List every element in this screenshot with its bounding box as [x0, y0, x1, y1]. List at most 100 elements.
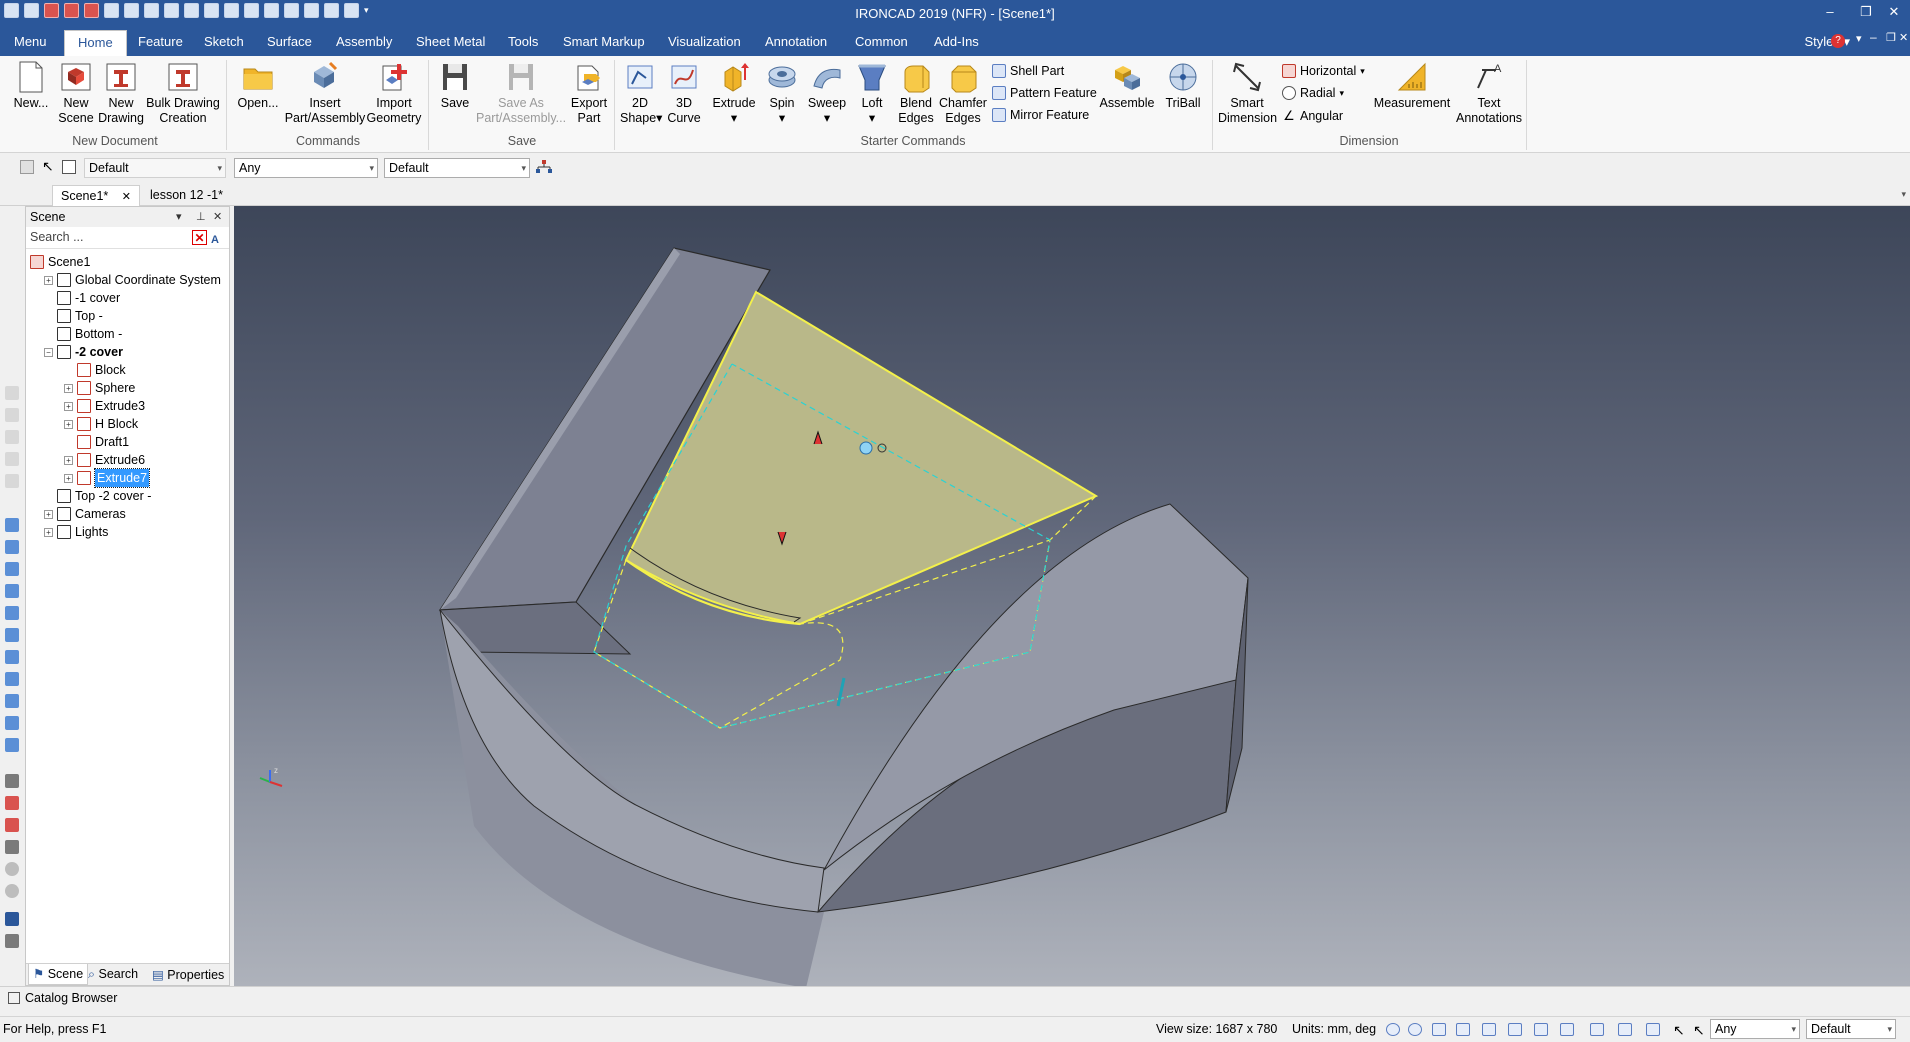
tree-item[interactable]: Top -2 cover -: [44, 487, 151, 505]
tree-expander-icon[interactable]: +: [44, 509, 53, 519]
panel-tab-properties[interactable]: ▤ Properties: [152, 967, 224, 982]
sweep-button[interactable]: Sweep ▾: [806, 60, 848, 126]
text-annotations-button[interactable]: A Text Annotations: [1456, 60, 1522, 126]
scene-search-field[interactable]: Search ... ✕ A: [26, 227, 229, 249]
view-icon[interactable]: [5, 540, 19, 554]
tree-expander-icon[interactable]: +: [64, 473, 73, 483]
catalog-browser-bar[interactable]: Catalog Browser: [0, 986, 1910, 1008]
view-icon[interactable]: [5, 716, 19, 730]
close-icon[interactable]: ✕: [213, 207, 222, 227]
tab-assembly[interactable]: Assembly: [336, 26, 392, 56]
tool-icon[interactable]: [5, 818, 19, 832]
tool-icon[interactable]: [5, 430, 19, 444]
zoom-window-icon[interactable]: [1408, 1023, 1422, 1036]
layer-icon[interactable]: [1618, 1023, 1632, 1036]
tool-icon[interactable]: [5, 474, 19, 488]
tool-icon[interactable]: [5, 452, 19, 466]
tree-item[interactable]: + Extrude7: [64, 468, 151, 488]
camera-icon[interactable]: [1560, 1023, 1574, 1036]
doc-close-icon[interactable]: ✕: [1899, 31, 1908, 44]
tool-icon[interactable]: [5, 934, 19, 948]
view-icon[interactable]: [5, 606, 19, 620]
tree-item[interactable]: + Sphere: [64, 379, 135, 397]
view-icon[interactable]: [5, 650, 19, 664]
tool-icon[interactable]: [5, 386, 19, 400]
pin-icon[interactable]: ⊥: [196, 207, 206, 227]
3d-curve-button[interactable]: 3D Curve: [664, 60, 704, 126]
tree-item[interactable]: − -2 cover: [44, 343, 123, 361]
tab-smart-markup[interactable]: Smart Markup: [563, 26, 645, 56]
tree-expander-icon[interactable]: +: [44, 275, 53, 285]
tree-expander-icon[interactable]: +: [64, 383, 73, 393]
select-mode-icon[interactable]: [20, 160, 34, 174]
mirror-feature-button[interactable]: Mirror Feature: [992, 108, 1089, 122]
selection-filter-dropdown[interactable]: Any ▾: [234, 158, 378, 178]
bulk-drawing-creation-button[interactable]: Bulk Drawing Creation: [146, 60, 220, 126]
tree-item[interactable]: + Global Coordinate System: [44, 271, 221, 289]
export-part-button[interactable]: Export Part: [568, 60, 610, 126]
tab-home[interactable]: Home: [64, 30, 127, 56]
tree-item[interactable]: + Lights: [44, 523, 108, 541]
material-dropdown[interactable]: Default ▾: [384, 158, 530, 178]
view-icon[interactable]: [5, 628, 19, 642]
radial-dimension-button[interactable]: Radial ▾: [1282, 86, 1344, 100]
ribbon-minimize-icon[interactable]: ▾: [1856, 32, 1862, 45]
render-mode-icon[interactable]: [1482, 1023, 1496, 1036]
view-icon[interactable]: [5, 672, 19, 686]
status-filter-dropdown[interactable]: Any ▾: [1710, 1019, 1800, 1039]
select-filter-icon[interactable]: [62, 160, 76, 174]
view-icon[interactable]: [5, 518, 19, 532]
tree-item[interactable]: + Extrude6: [64, 451, 145, 469]
triball-button[interactable]: TriBall: [1160, 60, 1206, 111]
view-icon[interactable]: [5, 584, 19, 598]
doc-restore-icon[interactable]: ❐: [1886, 31, 1896, 44]
tool-icon[interactable]: [5, 796, 19, 810]
help-icon[interactable]: ?: [1831, 34, 1845, 48]
tree-item[interactable]: Draft1: [64, 433, 129, 451]
chamfer-edges-button[interactable]: Chamfer Edges: [938, 60, 988, 126]
spin-button[interactable]: Spin ▾: [762, 60, 802, 126]
hierarchy-icon[interactable]: [536, 160, 552, 174]
tree-item[interactable]: Scene1: [30, 253, 90, 271]
pattern-feature-button[interactable]: Pattern Feature: [992, 86, 1097, 100]
view-icon[interactable]: [5, 738, 19, 752]
shell-part-button[interactable]: Shell Part: [992, 64, 1064, 78]
chevron-down-icon[interactable]: ▾: [176, 207, 182, 227]
tool-icon[interactable]: [5, 912, 19, 926]
menu-tab[interactable]: Menu: [14, 26, 47, 56]
tree-item[interactable]: -1 cover: [44, 289, 120, 307]
tab-tools[interactable]: Tools: [508, 26, 538, 56]
fit-icon[interactable]: [1456, 1023, 1470, 1036]
tab-sketch[interactable]: Sketch: [204, 26, 244, 56]
tab-common[interactable]: Common: [855, 26, 908, 56]
close-icon[interactable]: ✕: [122, 191, 131, 203]
tool-icon[interactable]: [5, 840, 19, 854]
tab-add-ins[interactable]: Add-Ins: [934, 26, 979, 56]
panel-tab-scene[interactable]: ⚑ Scene: [28, 964, 89, 985]
tab-annotation[interactable]: Annotation: [765, 26, 827, 56]
display-icon[interactable]: [1590, 1023, 1604, 1036]
tree-expander-icon[interactable]: −: [44, 347, 53, 357]
save-as-button[interactable]: Save As Part/Assembly...: [476, 60, 566, 126]
pointer-icon[interactable]: ↖: [1693, 1018, 1705, 1042]
tree-item[interactable]: + H Block: [64, 415, 138, 433]
extrude-button[interactable]: Extrude ▾: [710, 60, 758, 126]
blend-edges-button[interactable]: Blend Edges: [894, 60, 938, 126]
panel-tab-search[interactable]: ⌕ Search: [88, 967, 138, 982]
select-pointer-icon[interactable]: ↖: [1673, 1018, 1685, 1042]
doc-tab-scene1[interactable]: Scene1* ✕: [52, 185, 140, 206]
doc-tab-lesson[interactable]: lesson 12 -1*: [142, 185, 231, 206]
tab-list-icon[interactable]: ▾: [1901, 189, 1906, 200]
new-drawing-button[interactable]: New Drawing: [98, 60, 144, 126]
new-button[interactable]: New...: [10, 60, 52, 111]
tab-sheet-metal[interactable]: Sheet Metal: [416, 26, 485, 56]
tab-visualization[interactable]: Visualization: [668, 26, 741, 56]
3d-model-canvas[interactable]: [234, 206, 1910, 986]
tree-item[interactable]: Block: [64, 361, 126, 379]
tab-surface[interactable]: Surface: [267, 26, 312, 56]
horizontal-dimension-button[interactable]: Horizontal ▾: [1282, 64, 1365, 78]
tree-expander-icon[interactable]: +: [64, 455, 73, 465]
2d-shape-button[interactable]: 2D Shape▾: [620, 60, 662, 126]
pointer-icon[interactable]: ↖: [42, 158, 54, 175]
doc-minimize-icon[interactable]: –: [1870, 30, 1877, 44]
